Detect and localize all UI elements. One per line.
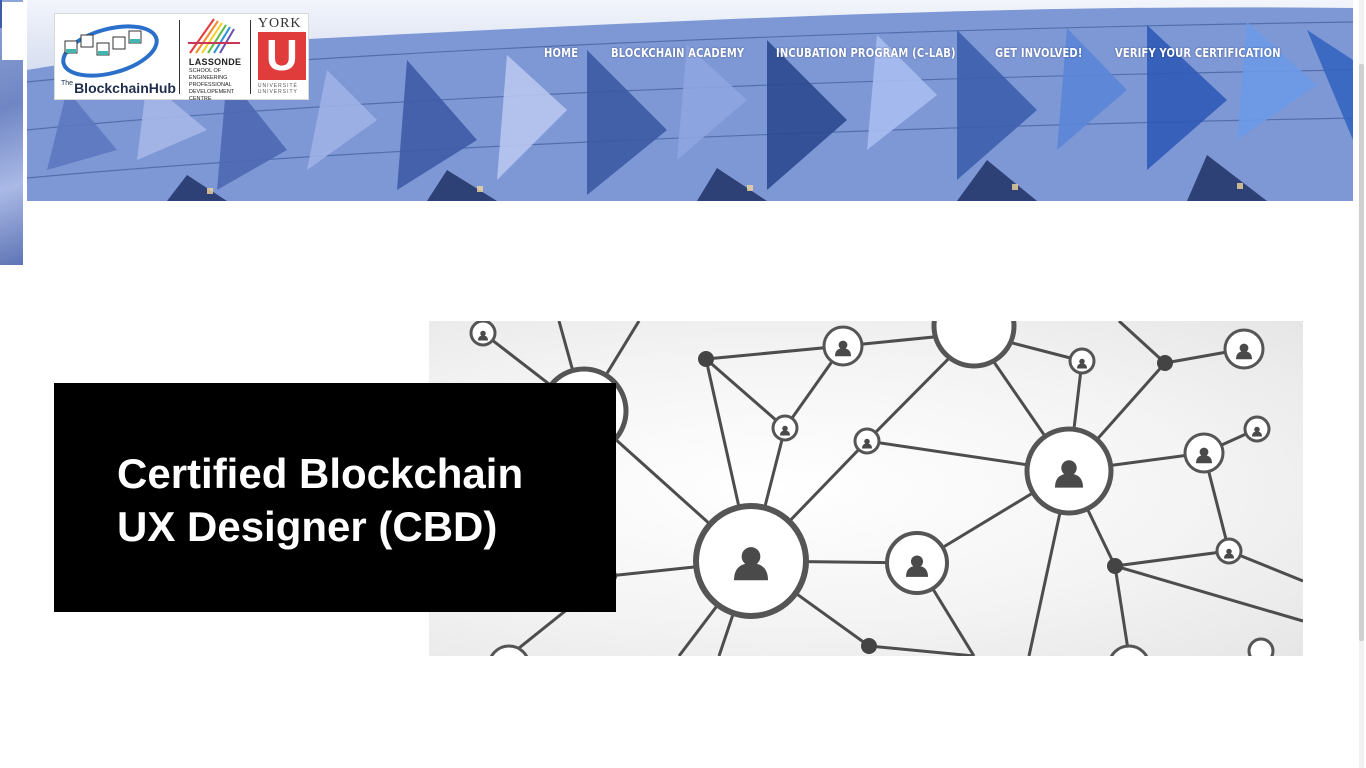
lassonde-stripes-icon	[187, 18, 240, 54]
york-u-letter: U	[265, 31, 298, 80]
york-university-text: UNIVERSITÉ UNIVERSITY	[257, 83, 298, 95]
blockchainhub-wordmark: TheBlockchainHub	[61, 80, 176, 96]
lassonde-subtitle: SCHOOL OF ENGINEERING PROFESSIONAL DEVEL…	[188, 68, 235, 102]
logo-divider	[179, 19, 180, 94]
nav-home[interactable]: HOME	[544, 46, 606, 60]
blockchainhub-logo: TheBlockchainHub	[55, 13, 176, 100]
scrollbar-thumb[interactable]	[1359, 64, 1364, 641]
page-scrollbar[interactable]	[1357, 0, 1366, 768]
banner-gap	[2, 2, 23, 60]
hero-title-card: Certified Blockchain UX Designer (CBD)	[54, 383, 616, 612]
page-title: Certified Blockchain UX Designer (CBD)	[117, 447, 587, 553]
york-university-logo: YORK U UNIVERSITÉ UNIVERSITY	[255, 13, 308, 100]
logo-divider	[249, 19, 251, 94]
nav-blockchain-academy[interactable]: BLOCKCHAIN ACADEMY	[611, 46, 763, 60]
nav-incubation-program[interactable]: INCUBATION PROGRAM (C-LAB)	[776, 46, 977, 60]
blockchainhub-cubes-icon	[61, 24, 159, 78]
left-banner-edge	[0, 0, 23, 265]
nav-get-involved[interactable]: GET INVOLVED!	[995, 46, 1105, 60]
lassonde-logo: LASSONDE SCHOOL OF ENGINEERING PROFESSIO…	[184, 13, 246, 102]
site-logo[interactable]: TheBlockchainHub LASSONDE SCHOOL OF ENGI…	[54, 13, 309, 102]
page-title-line-1: Certified Blockchain	[117, 450, 524, 497]
nav-verify-certification[interactable]: VERIFY YOUR CERTIFICATION	[1115, 46, 1281, 60]
page-title-line-2: UX Designer (CBD)	[117, 503, 498, 550]
main-nav: HOME BLOCKCHAIN ACADEMY INCUBATION PROGR…	[544, 46, 1285, 60]
banner-edge-line	[0, 0, 2, 28]
lassonde-wordmark: LASSONDE	[188, 57, 242, 67]
